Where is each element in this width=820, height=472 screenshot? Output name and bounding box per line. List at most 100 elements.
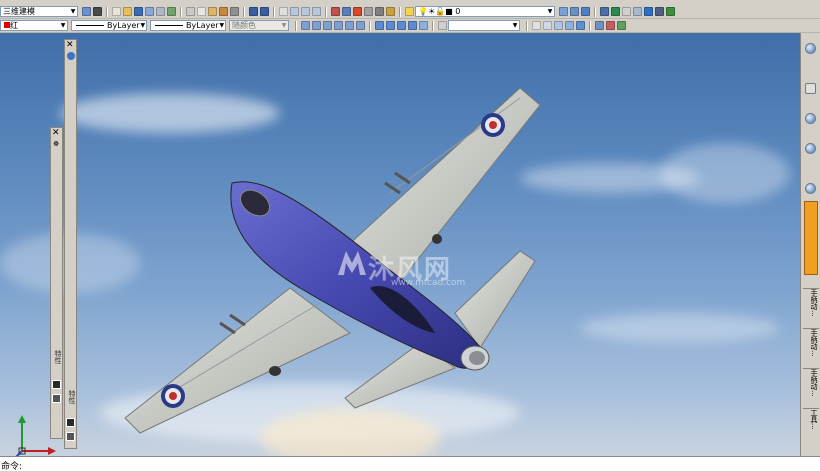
render-icon[interactable] xyxy=(611,7,620,16)
linetype-sample xyxy=(76,25,104,26)
view-se-iso-icon[interactable] xyxy=(386,21,395,30)
linetype-value: ByLayer xyxy=(107,21,140,30)
light-icon[interactable] xyxy=(666,7,675,16)
linetype-dropdown[interactable]: ByLayer ▼ xyxy=(71,20,147,31)
chevron-down-icon[interactable]: ▼ xyxy=(546,8,554,15)
palette-menu-icon[interactable] xyxy=(66,432,75,441)
view-sw-iso-icon[interactable] xyxy=(375,21,384,30)
help-icon[interactable] xyxy=(386,7,395,16)
jet-exhaust-inner xyxy=(469,351,485,365)
pan-icon[interactable] xyxy=(279,7,288,16)
close-icon[interactable]: ✕ xyxy=(52,129,60,138)
rocket-icon xyxy=(394,171,411,185)
lineweight-dropdown[interactable]: ByLayer ▼ xyxy=(150,20,226,31)
side-tab-4[interactable]: 工具... xyxy=(803,408,819,430)
block-editor-icon[interactable] xyxy=(230,7,239,16)
model-viewport[interactable]: 沐风网 www.mfcad.com ✕ 特性 ✕ ☸ 特性 xyxy=(0,33,800,456)
new-icon[interactable] xyxy=(112,7,121,16)
print-icon[interactable] xyxy=(145,7,154,16)
orbit-free-icon[interactable] xyxy=(606,21,615,30)
layout-icon[interactable] xyxy=(93,7,102,16)
side-tab-3[interactable]: 手柄动... xyxy=(803,368,819,397)
palette-options-icon[interactable] xyxy=(52,380,61,389)
design-center-icon[interactable] xyxy=(331,7,340,16)
save-icon[interactable] xyxy=(134,7,143,16)
zoom-window-icon[interactable] xyxy=(301,7,310,16)
copy-icon[interactable] xyxy=(197,7,206,16)
aircraft-model[interactable] xyxy=(0,33,800,456)
right-tool-palette[interactable]: 手柄动... 手柄动... 手柄动... 工具... xyxy=(800,33,820,456)
undo-icon[interactable] xyxy=(249,7,258,16)
camera-icon[interactable] xyxy=(633,7,642,16)
pencil-icon[interactable] xyxy=(805,83,816,94)
conceptual-icon[interactable] xyxy=(576,21,585,30)
sheet-set-icon[interactable] xyxy=(353,7,362,16)
left-palette-inner[interactable]: ✕ ☸ 特性 xyxy=(50,127,63,439)
globe-icon[interactable] xyxy=(805,113,816,124)
hidden-icon[interactable] xyxy=(554,21,563,30)
globe-icon[interactable] xyxy=(805,183,816,194)
auto-hide-icon[interactable] xyxy=(67,52,75,60)
markup-icon[interactable] xyxy=(364,7,373,16)
palette-tab-label[interactable]: 特性 xyxy=(67,390,77,404)
active-tab-highlight[interactable] xyxy=(804,201,818,275)
view-icon[interactable] xyxy=(622,7,631,16)
open-icon[interactable] xyxy=(123,7,132,16)
chevron-down-icon[interactable]: ▼ xyxy=(140,22,146,29)
calculator-icon[interactable] xyxy=(375,7,384,16)
preview-icon[interactable] xyxy=(156,7,165,16)
layer-match-icon[interactable] xyxy=(581,7,590,16)
orbit-continuous-icon[interactable] xyxy=(617,21,626,30)
chevron-down-icon[interactable]: ▼ xyxy=(511,22,519,29)
zoom-realtime-icon[interactable] xyxy=(290,7,299,16)
chevron-down-icon[interactable]: ▼ xyxy=(69,8,77,15)
side-tab-2[interactable]: 手柄动... xyxy=(803,328,819,357)
view-dropdown[interactable]: ▼ xyxy=(448,20,520,31)
view-left-icon[interactable] xyxy=(323,21,332,30)
publish-icon[interactable] xyxy=(167,7,176,16)
pin-icon[interactable]: ☸ xyxy=(53,140,59,148)
chevron-down-icon[interactable]: ▼ xyxy=(219,22,225,29)
globe-icon[interactable] xyxy=(805,43,816,54)
close-icon[interactable]: ✕ xyxy=(66,41,74,50)
globe-icon[interactable] xyxy=(805,143,816,154)
color-dropdown[interactable]: 红 ▼ xyxy=(0,20,68,31)
view-bottom-icon[interactable] xyxy=(312,21,321,30)
tool-palette-icon[interactable] xyxy=(342,7,351,16)
plotstyle-dropdown[interactable]: 随颜色 ▼ xyxy=(229,20,289,31)
zoom-previous-icon[interactable] xyxy=(312,7,321,16)
layer-manager-icon[interactable] xyxy=(405,7,414,16)
chevron-down-icon[interactable]: ▼ xyxy=(280,22,288,29)
redo-icon[interactable] xyxy=(260,7,269,16)
view-top-icon[interactable] xyxy=(301,21,310,30)
palette-options-icon[interactable] xyxy=(66,418,75,427)
layer-state-dropdown[interactable]: 💡☀🔓■ 0 ▼ xyxy=(415,6,555,17)
view-back-icon[interactable] xyxy=(356,21,365,30)
palette-menu-icon[interactable] xyxy=(52,394,61,403)
command-line[interactable]: 命令: xyxy=(0,456,820,472)
view-right-icon[interactable] xyxy=(334,21,343,30)
2d-wireframe-icon[interactable] xyxy=(532,21,541,30)
match-properties-icon[interactable] xyxy=(219,7,228,16)
cut-icon[interactable] xyxy=(186,7,195,16)
view-nw-iso-icon[interactable] xyxy=(408,21,417,30)
palette-tab-label[interactable]: 特性 xyxy=(53,350,63,364)
visual-style-icon[interactable] xyxy=(600,7,609,16)
orbit-icon[interactable] xyxy=(644,7,653,16)
orbit-constrained-icon[interactable] xyxy=(595,21,604,30)
realistic-icon[interactable] xyxy=(565,21,574,30)
view-ne-iso-icon[interactable] xyxy=(397,21,406,30)
chevron-down-icon[interactable]: ▼ xyxy=(59,22,67,29)
3d-wireframe-icon[interactable] xyxy=(543,21,552,30)
named-views-icon[interactable] xyxy=(438,21,447,30)
left-palette-outer[interactable]: ✕ 特性 xyxy=(64,39,77,449)
camera-view-icon[interactable] xyxy=(419,21,428,30)
view-front-icon[interactable] xyxy=(345,21,354,30)
layer-previous-icon[interactable] xyxy=(559,7,568,16)
properties-icon[interactable] xyxy=(82,7,91,16)
workspace-dropdown[interactable]: 三维建模 ▼ xyxy=(0,6,78,17)
paste-icon[interactable] xyxy=(208,7,217,16)
side-tab-1[interactable]: 手柄动... xyxy=(803,288,819,317)
walk-icon[interactable] xyxy=(655,7,664,16)
layer-current-icon[interactable] xyxy=(570,7,579,16)
